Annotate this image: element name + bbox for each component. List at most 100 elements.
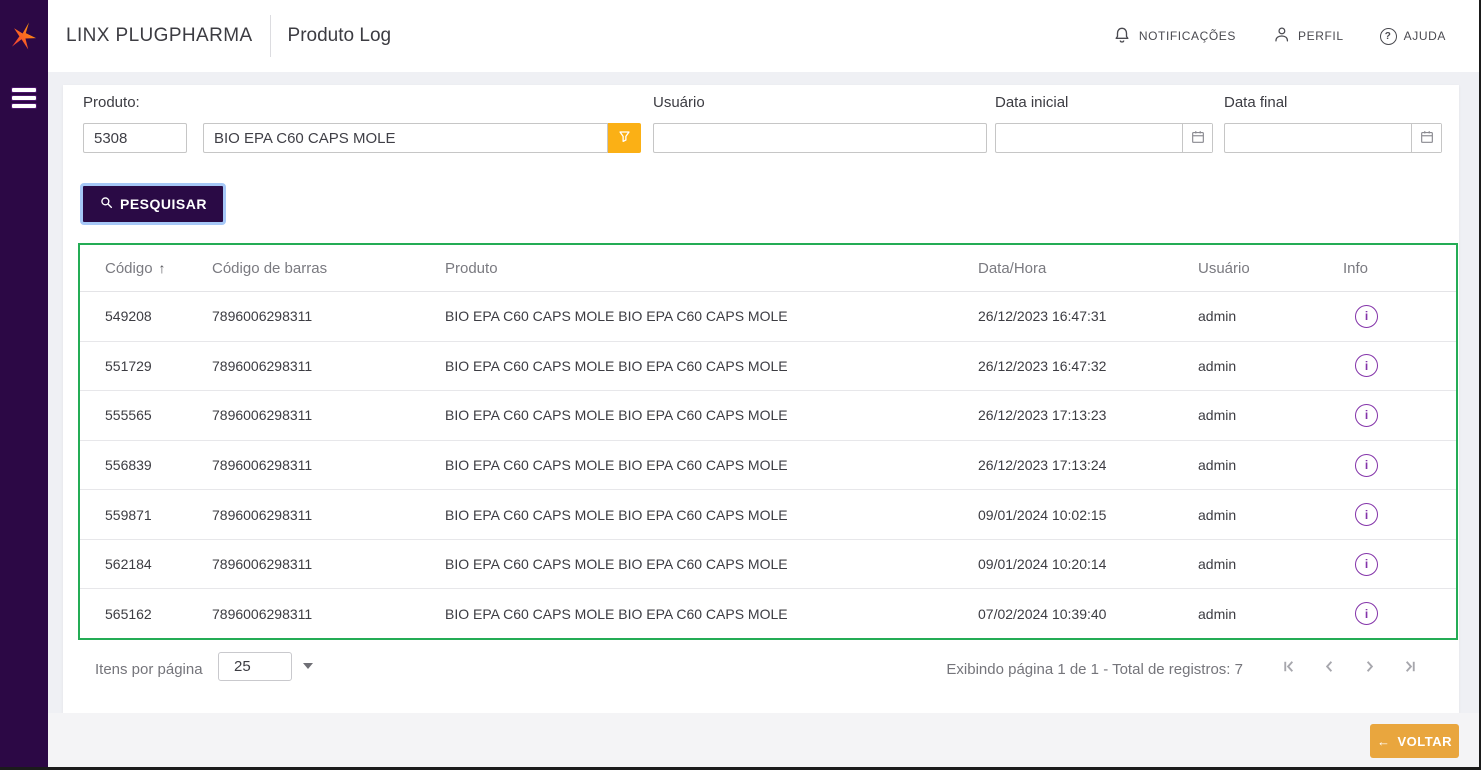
data-inicial-input[interactable]: [996, 124, 1182, 152]
info-button[interactable]: i: [1355, 404, 1378, 427]
column-header-produto[interactable]: Produto: [445, 260, 978, 277]
help-icon: ?: [1380, 28, 1397, 45]
calendar-icon: [1419, 129, 1435, 148]
column-header-label: Usuário: [1198, 260, 1250, 277]
info-button[interactable]: i: [1355, 354, 1378, 377]
magnifier-icon: [99, 195, 114, 213]
info-icon: i: [1365, 508, 1368, 522]
cell-usuario: admin: [1198, 457, 1343, 473]
pagination-controls: [1281, 658, 1418, 675]
cell-produto: BIO EPA C60 CAPS MOLE BIO EPA C60 CAPS M…: [445, 308, 978, 324]
last-page-button[interactable]: [1401, 658, 1418, 675]
cell-codigo: 556839: [80, 457, 212, 473]
cell-produto: BIO EPA C60 CAPS MOLE BIO EPA C60 CAPS M…: [445, 358, 978, 374]
cell-usuario: admin: [1198, 407, 1343, 423]
data-inicial-field: [995, 123, 1213, 153]
first-page-button[interactable]: [1281, 658, 1298, 675]
cell-usuario: admin: [1198, 606, 1343, 622]
cell-data-hora: 07/02/2024 10:39:40: [978, 606, 1198, 622]
search-button-label: PESQUISAR: [120, 196, 207, 212]
help-button[interactable]: ? AJUDA: [1380, 28, 1446, 45]
column-header-label: Código: [105, 260, 153, 277]
first-page-icon: [1281, 658, 1298, 675]
column-header-codigo[interactable]: Código ↑: [80, 260, 212, 277]
items-per-page-label: Itens por página: [95, 661, 203, 678]
info-icon: i: [1365, 408, 1368, 422]
cell-usuario: admin: [1198, 358, 1343, 374]
next-page-button[interactable]: [1361, 658, 1378, 675]
info-icon: i: [1365, 309, 1368, 323]
cell-data-hora: 09/01/2024 10:20:14: [978, 556, 1198, 572]
column-header-label: Data/Hora: [978, 260, 1046, 277]
product-filter-button[interactable]: [608, 123, 641, 153]
cell-usuario: admin: [1198, 507, 1343, 523]
cell-produto: BIO EPA C60 CAPS MOLE BIO EPA C60 CAPS M…: [445, 407, 978, 423]
cell-data-hora: 26/12/2023 16:47:32: [978, 358, 1198, 374]
table-body: 549208 7896006298311 BIO EPA C60 CAPS MO…: [80, 292, 1456, 638]
column-header-label: Produto: [445, 260, 498, 277]
header-divider: [270, 15, 271, 57]
page-title: Produto Log: [288, 25, 392, 47]
footer-bar: ← VOLTAR: [48, 713, 1481, 768]
notifications-button[interactable]: NOTIFICAÇÕES: [1112, 25, 1236, 48]
cell-codigo: 549208: [80, 308, 212, 324]
table-row: 565162 7896006298311 BIO EPA C60 CAPS MO…: [80, 589, 1456, 638]
usuario-input[interactable]: [653, 123, 987, 153]
table-row: 555565 7896006298311 BIO EPA C60 CAPS MO…: [80, 391, 1456, 441]
info-button[interactable]: i: [1355, 454, 1378, 477]
funnel-icon: [618, 130, 631, 146]
info-icon: i: [1365, 607, 1368, 621]
cell-data-hora: 26/12/2023 17:13:23: [978, 407, 1198, 423]
column-header-data-hora[interactable]: Data/Hora: [978, 260, 1198, 277]
cell-codigo-barras: 7896006298311: [212, 358, 445, 374]
table-row: 551729 7896006298311 BIO EPA C60 CAPS MO…: [80, 342, 1456, 392]
cell-codigo-barras: 7896006298311: [212, 507, 445, 523]
person-icon: [1272, 25, 1291, 47]
cell-produto: BIO EPA C60 CAPS MOLE BIO EPA C60 CAPS M…: [445, 507, 978, 523]
info-button[interactable]: i: [1355, 503, 1378, 526]
cell-codigo: 555565: [80, 407, 212, 423]
data-inicial-label: Data inicial: [995, 94, 1068, 111]
search-button[interactable]: PESQUISAR: [80, 183, 226, 225]
dropdown-arrow-icon[interactable]: [303, 663, 313, 669]
cell-codigo-barras: 7896006298311: [212, 556, 445, 572]
brand-title: LINX PLUGPHARMA: [66, 25, 253, 47]
info-icon: i: [1365, 458, 1368, 472]
linx-logo-icon: [0, 0, 48, 72]
cell-codigo: 559871: [80, 507, 212, 523]
last-page-icon: [1401, 658, 1418, 675]
arrow-left-icon: ←: [1377, 734, 1391, 749]
profile-button[interactable]: PERFIL: [1272, 25, 1344, 47]
info-button[interactable]: i: [1355, 602, 1378, 625]
header-nav: NOTIFICAÇÕES PERFIL ? AJUDA: [1112, 25, 1446, 48]
cell-codigo-barras: 7896006298311: [212, 606, 445, 622]
sidebar: [0, 0, 48, 770]
data-final-input[interactable]: [1225, 124, 1411, 152]
column-header-usuario[interactable]: Usuário: [1198, 260, 1343, 277]
data-final-calendar-button[interactable]: [1411, 124, 1441, 152]
column-header-codigo-barras[interactable]: Código de barras: [212, 260, 445, 277]
data-inicial-calendar-button[interactable]: [1182, 124, 1212, 152]
cell-data-hora: 26/12/2023 17:13:24: [978, 457, 1198, 473]
results-table: Código ↑ Código de barras Produto Data/H…: [78, 243, 1458, 640]
calendar-icon: [1190, 129, 1206, 148]
back-button[interactable]: ← VOLTAR: [1370, 724, 1459, 758]
bell-icon: [1112, 25, 1132, 48]
previous-page-button[interactable]: [1321, 658, 1338, 675]
info-button[interactable]: i: [1355, 305, 1378, 328]
table-row: 549208 7896006298311 BIO EPA C60 CAPS MO…: [80, 292, 1456, 342]
menu-icon[interactable]: [12, 88, 36, 108]
table-row: 556839 7896006298311 BIO EPA C60 CAPS MO…: [80, 441, 1456, 491]
help-label: AJUDA: [1404, 29, 1446, 43]
items-per-page-select[interactable]: 25: [218, 652, 292, 681]
column-header-info[interactable]: Info: [1343, 260, 1456, 277]
produto-label: Produto:: [83, 94, 140, 111]
profile-label: PERFIL: [1298, 29, 1344, 43]
produto-codigo-input[interactable]: [83, 123, 187, 153]
main-card: Produto: Usuário Data inicial Data final: [63, 85, 1459, 713]
produto-nome-input[interactable]: [203, 123, 608, 153]
data-final-field: [1224, 123, 1442, 153]
cell-produto: BIO EPA C60 CAPS MOLE BIO EPA C60 CAPS M…: [445, 606, 978, 622]
cell-produto: BIO EPA C60 CAPS MOLE BIO EPA C60 CAPS M…: [445, 457, 978, 473]
info-button[interactable]: i: [1355, 553, 1378, 576]
